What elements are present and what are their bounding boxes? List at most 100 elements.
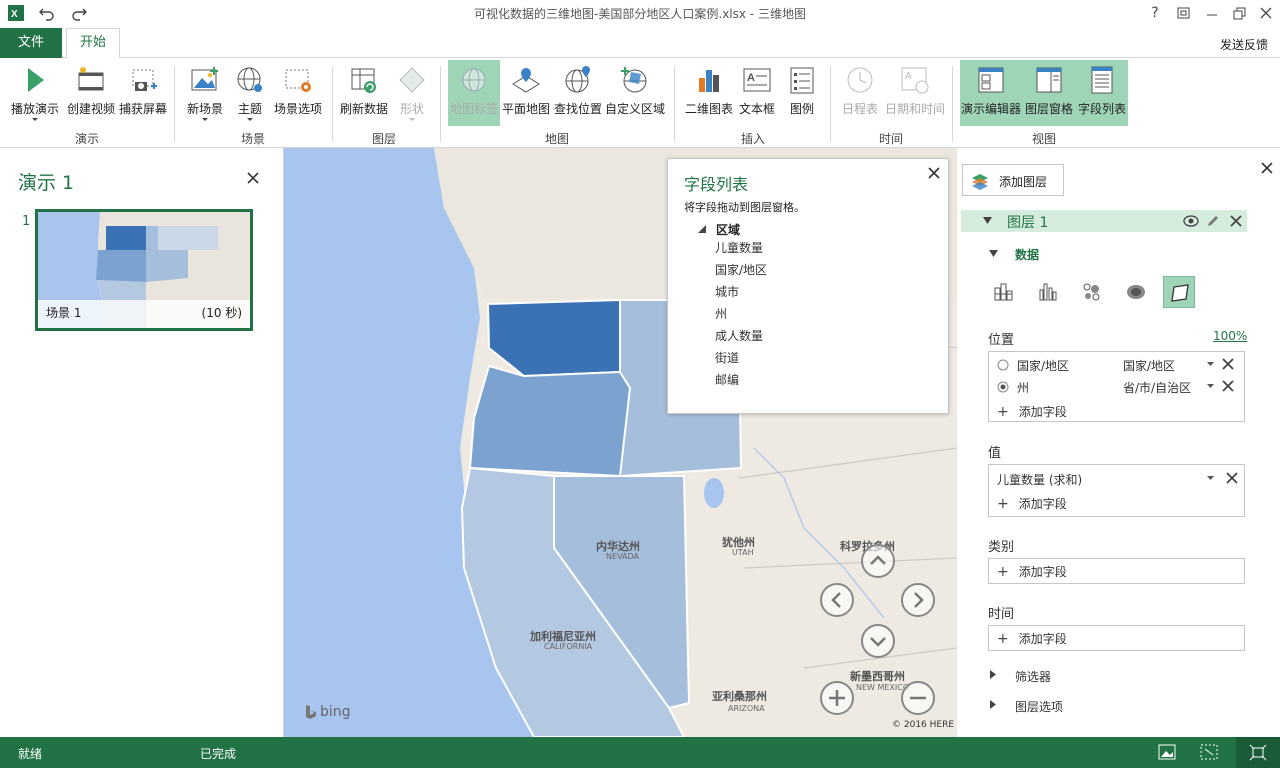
ribbon: 播放演示 创建视频 捕获屏幕 演示 新场景 主题 场景选项 场景 刷新数据 形状… bbox=[0, 58, 1280, 148]
pan-up-button[interactable] bbox=[860, 543, 896, 579]
textbox-button[interactable]: A 文本框 bbox=[736, 60, 778, 126]
theme-button[interactable]: 主题 bbox=[230, 60, 270, 126]
close-layer-pane-icon[interactable] bbox=[1260, 161, 1274, 175]
radio-state[interactable] bbox=[997, 381, 1009, 393]
field-list-item[interactable]: 儿童数量 bbox=[715, 239, 763, 256]
globe-icon bbox=[237, 67, 262, 92]
legend-button[interactable]: 图例 bbox=[780, 60, 824, 126]
find-location-icon bbox=[565, 66, 590, 93]
category-box: + 添加字段 bbox=[988, 558, 1245, 584]
tour-editor-button[interactable]: 演示编辑器 bbox=[960, 60, 1022, 126]
scene-options-button[interactable]: 场景选项 bbox=[270, 60, 326, 126]
flat-map-icon bbox=[512, 68, 540, 93]
clustered-column-icon[interactable] bbox=[1038, 282, 1058, 302]
dropdown-caret-icon[interactable] bbox=[1207, 384, 1214, 388]
add-value-field[interactable]: + 添加字段 bbox=[997, 495, 1067, 512]
eye-icon[interactable] bbox=[1183, 214, 1199, 228]
group-view-label: 视图 bbox=[1031, 132, 1056, 146]
flat-map-button[interactable]: 平面地图 bbox=[500, 60, 552, 126]
shape-button[interactable]: 形状 bbox=[392, 60, 432, 126]
position-label: 位置 bbox=[988, 333, 1015, 348]
filters-label[interactable]: 筛选器 bbox=[1015, 668, 1051, 685]
map-canvas[interactable]: 内华达州 NEVADA 犹他州 UTAH 加利福尼亚州 CALIFORNIA 科… bbox=[284, 148, 957, 737]
value-box: 儿童数量 (求和) + 添加字段 bbox=[988, 464, 1245, 517]
help-icon[interactable]: ? bbox=[1145, 4, 1165, 22]
field-list-item[interactable]: 州 bbox=[715, 305, 727, 322]
group-insert-label: 插入 bbox=[740, 132, 765, 146]
minimize-icon[interactable] bbox=[1202, 4, 1222, 22]
field-list-button[interactable]: 字段列表 bbox=[1076, 60, 1128, 126]
expand-layer-options-icon[interactable] bbox=[990, 700, 996, 709]
feedback-link[interactable]: 发送反馈 bbox=[1220, 36, 1268, 53]
add-time-field[interactable]: + 添加字段 bbox=[997, 630, 1067, 647]
find-location-button[interactable]: 查找位置 bbox=[552, 60, 604, 126]
scene-thumbnail[interactable]: 场景 1 (10 秒) bbox=[35, 209, 253, 331]
tab-file[interactable]: 文件 bbox=[0, 28, 62, 58]
field-list-item[interactable]: 街道 bbox=[715, 349, 739, 366]
dropdown-caret-icon[interactable] bbox=[1207, 476, 1214, 480]
position-type-country[interactable]: 国家/地区 bbox=[1123, 357, 1175, 374]
delete-layer-icon[interactable] bbox=[1229, 214, 1243, 228]
close-icon[interactable] bbox=[1256, 4, 1276, 22]
tour-title[interactable]: 演示 1 bbox=[18, 168, 74, 195]
field-list-item[interactable]: 城市 bbox=[715, 283, 739, 300]
tab-home[interactable]: 开始 bbox=[66, 28, 120, 59]
position-type-state[interactable]: 省/市/自治区 bbox=[1123, 379, 1191, 396]
bubble-icon[interactable] bbox=[1082, 282, 1102, 302]
chart-2d-button[interactable]: 二维图表 bbox=[682, 60, 736, 126]
new-scene-button[interactable]: 新场景 bbox=[180, 60, 230, 126]
remove-field-icon[interactable] bbox=[1225, 471, 1239, 485]
remove-field-icon[interactable] bbox=[1221, 379, 1235, 393]
full-screen-icon bbox=[1249, 744, 1267, 761]
stacked-column-icon[interactable] bbox=[993, 282, 1013, 302]
close-field-list-icon[interactable] bbox=[928, 167, 940, 179]
field-list-item[interactable]: 国家/地区 bbox=[715, 261, 767, 278]
dropdown-caret-icon[interactable] bbox=[1207, 362, 1214, 366]
position-percent[interactable]: 100% bbox=[1213, 329, 1247, 343]
collapse-triangle-icon[interactable] bbox=[698, 225, 706, 233]
map-labels-button[interactable]: 地图标签 bbox=[448, 60, 500, 126]
collapse-layer-icon[interactable] bbox=[983, 217, 992, 224]
add-category-field[interactable]: + 添加字段 bbox=[997, 563, 1067, 580]
maximize-icon[interactable] bbox=[1230, 4, 1250, 22]
value-field[interactable]: 儿童数量 (求和) bbox=[997, 471, 1082, 488]
fit-view-icon[interactable] bbox=[1200, 744, 1218, 761]
expand-filters-icon[interactable] bbox=[990, 670, 996, 679]
layer-header[interactable]: 图层 1 bbox=[961, 210, 1247, 232]
collapse-data-icon[interactable] bbox=[989, 250, 998, 257]
pencil-icon[interactable] bbox=[1206, 214, 1220, 228]
zoom-in-button[interactable] bbox=[819, 680, 855, 716]
pan-right-button[interactable] bbox=[900, 582, 936, 618]
picture-view-icon[interactable] bbox=[1158, 744, 1176, 761]
radio-country[interactable] bbox=[997, 359, 1009, 371]
timeline-button[interactable]: 日程表 bbox=[836, 60, 884, 126]
close-tour-icon[interactable] bbox=[246, 171, 260, 185]
pan-left-button[interactable] bbox=[819, 582, 855, 618]
add-layer-button[interactable]: 添加图层 bbox=[962, 164, 1064, 196]
refresh-data-button[interactable]: 刷新数据 bbox=[336, 60, 392, 126]
full-screen-button[interactable] bbox=[1236, 737, 1280, 768]
pan-down-button[interactable] bbox=[860, 623, 896, 659]
layer-pane-button[interactable]: 图层窗格 bbox=[1022, 60, 1076, 126]
date-time-button[interactable]: A 日期和时间 bbox=[884, 60, 946, 126]
field-list-item[interactable]: 邮编 bbox=[715, 371, 739, 388]
restore-icon[interactable] bbox=[1174, 4, 1194, 22]
heatmap-icon[interactable] bbox=[1125, 282, 1147, 302]
field-list-item[interactable]: 成人数量 bbox=[715, 327, 763, 344]
custom-region-button[interactable]: 自定义区域 bbox=[604, 60, 666, 126]
play-tour-button[interactable]: 播放演示 bbox=[6, 60, 64, 126]
field-group-region[interactable]: 区域 bbox=[716, 221, 740, 238]
scene-options-icon bbox=[285, 69, 311, 92]
create-video-button[interactable]: 创建视频 bbox=[64, 60, 118, 126]
add-position-field[interactable]: + 添加字段 bbox=[997, 403, 1067, 420]
remove-field-icon[interactable] bbox=[1221, 357, 1235, 371]
time-box: + 添加字段 bbox=[988, 625, 1245, 651]
map-label-california-en: CALIFORNIA bbox=[544, 642, 593, 651]
zoom-out-button[interactable] bbox=[900, 680, 936, 716]
field-list-title: 字段列表 bbox=[684, 175, 749, 194]
capture-screen-button[interactable]: 捕获屏幕 bbox=[118, 60, 168, 126]
region-vis-button[interactable] bbox=[1163, 276, 1195, 308]
title-bar: X 可视化数据的三维地图-美国部分地区人口案例.xlsx - 三维地图 ? bbox=[0, 0, 1280, 26]
layer-options-label[interactable]: 图层选项 bbox=[1015, 698, 1063, 715]
map-label-utah-en: UTAH bbox=[732, 548, 754, 557]
